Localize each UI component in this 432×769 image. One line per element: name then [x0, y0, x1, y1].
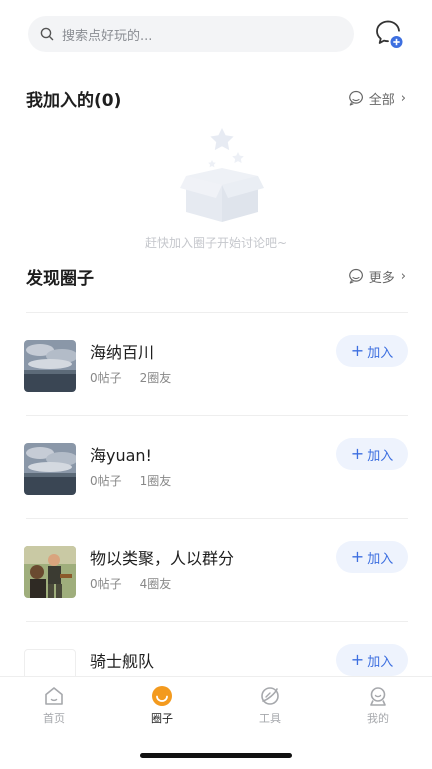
join-button[interactable]: + 加入	[336, 438, 408, 470]
post-count: 0帖子	[90, 371, 122, 385]
home-icon	[45, 687, 63, 705]
tab-profile[interactable]: 我的	[348, 685, 408, 726]
circle-name: 物以类聚，人以群分	[90, 549, 235, 568]
circle-stats: 0帖子 4圈友	[90, 575, 171, 592]
member-count: 2圈友	[139, 371, 172, 385]
circle-stats: 0帖子 1圈友	[90, 472, 171, 489]
sea-sky-photo-icon	[24, 340, 76, 392]
tab-label: 工具	[259, 712, 281, 725]
discover-title: 发现圈子	[26, 268, 94, 289]
circle-icon	[152, 686, 172, 706]
view-all-link[interactable]: 全部 ›	[348, 89, 406, 108]
join-label: 加入	[367, 345, 394, 361]
view-all-label: 全部	[368, 92, 395, 108]
chat-bubble-icon	[348, 268, 363, 284]
join-button[interactable]: + 加入	[336, 541, 408, 573]
chat-bubble-icon	[348, 90, 363, 106]
chevron-right-icon: ›	[400, 268, 406, 284]
circle-item[interactable]: 物以类聚，人以群分 0帖子 4圈友 + 加入	[0, 519, 432, 621]
post-count: 0帖子	[90, 577, 122, 591]
profile-icon	[370, 687, 386, 706]
post-count: 0帖子	[90, 474, 122, 488]
home-indicator[interactable]	[140, 753, 292, 758]
tab-label: 我的	[367, 712, 389, 725]
search-input[interactable]: 搜索点好玩的...	[28, 16, 354, 52]
circle-item[interactable]: 海yuan! 0帖子 1圈友 + 加入	[0, 416, 432, 518]
tab-label: 圈子	[151, 712, 173, 725]
empty-state: 赶快加入圈子开始讨论吧~	[0, 126, 432, 256]
circle-avatar	[24, 340, 76, 392]
chevron-right-icon: ›	[400, 90, 406, 106]
costume-characters-photo-icon	[24, 546, 76, 598]
discover-section-header: 发现圈子 更多 ›	[26, 262, 406, 290]
tab-home[interactable]: 首页	[24, 685, 84, 726]
plus-icon: +	[350, 650, 365, 669]
joined-section-header: 我加入的(0) 全部 ›	[26, 84, 406, 112]
view-more-link[interactable]: 更多 ›	[348, 267, 406, 286]
empty-box-icon	[180, 128, 264, 222]
member-count: 4圈友	[139, 577, 172, 591]
join-button[interactable]: + 加入	[336, 335, 408, 367]
circle-avatar	[24, 443, 76, 495]
circle-name: 骑士舰队	[90, 652, 155, 671]
circle-avatar	[24, 546, 76, 598]
tool-icon	[261, 687, 279, 705]
circle-item[interactable]: 骑士舰队 + 加入	[0, 622, 432, 676]
search-icon	[40, 27, 54, 41]
tab-label: 首页	[43, 712, 65, 725]
join-label: 加入	[367, 551, 394, 567]
empty-hint: 赶快加入圈子开始讨论吧~	[144, 236, 288, 250]
plus-icon: +	[350, 444, 365, 463]
plus-icon: +	[350, 547, 365, 566]
circle-name: 海纳百川	[90, 343, 155, 362]
chat-add-icon[interactable]	[374, 18, 404, 48]
join-label: 加入	[367, 448, 394, 464]
tab-circle[interactable]: 圈子	[132, 685, 192, 726]
join-button[interactable]: + 加入	[336, 644, 408, 676]
circle-avatar	[24, 649, 76, 676]
circle-name: 海yuan!	[90, 446, 152, 465]
sea-sky-photo-icon	[24, 443, 76, 495]
member-count: 1圈友	[139, 474, 172, 488]
join-label: 加入	[367, 654, 394, 670]
circle-item[interactable]: 海纳百川 0帖子 2圈友 + 加入	[0, 313, 432, 415]
circle-stats: 0帖子 2圈友	[90, 369, 171, 386]
view-more-label: 更多	[368, 270, 395, 286]
joined-title: 我加入的(0)	[26, 90, 122, 111]
tab-tools[interactable]: 工具	[240, 685, 300, 726]
search-placeholder: 搜索点好玩的...	[62, 28, 153, 44]
top-bar: 搜索点好玩的...	[0, 0, 432, 70]
plus-icon: +	[350, 341, 365, 360]
